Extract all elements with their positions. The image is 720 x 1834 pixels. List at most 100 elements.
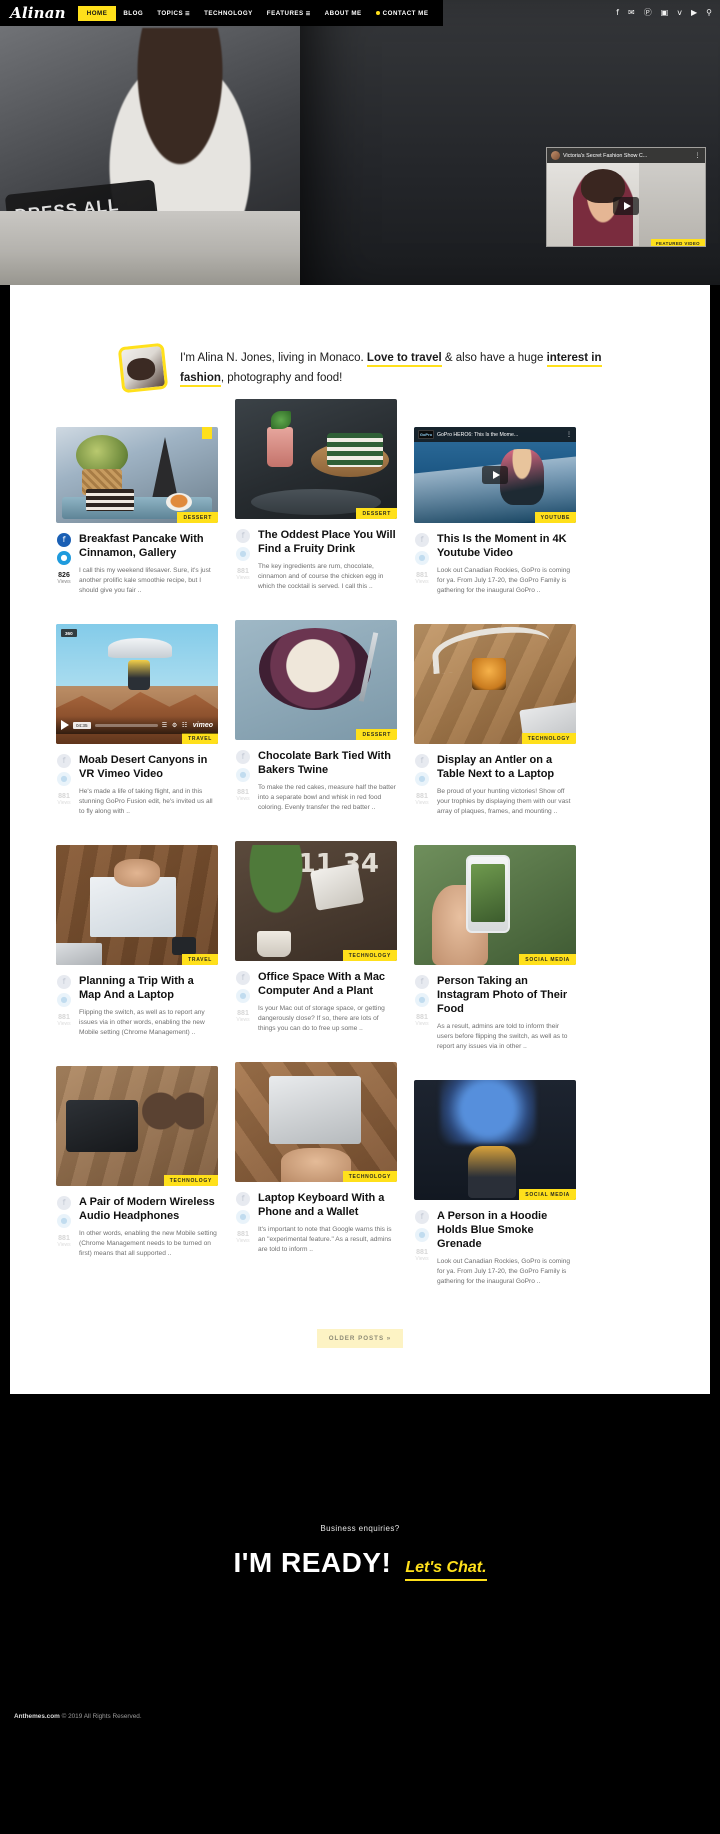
post-title[interactable]: A Person in a Hoodie Holds Blue Smoke Gr… xyxy=(437,1209,576,1251)
post-thumbnail[interactable]: 360 04:35 ☰ ⚙ ☷ vimeo TRAVEL xyxy=(56,624,218,744)
twitter-share-icon[interactable]: ● xyxy=(236,1210,250,1224)
post-title[interactable]: Chocolate Bark Tied With Bakers Twine xyxy=(258,749,397,777)
post-title[interactable]: Laptop Keyboard With a Phone and a Walle… xyxy=(258,1191,397,1219)
facebook-share-icon[interactable]: f xyxy=(415,975,429,989)
category-badge[interactable]: TECHNOLOGY xyxy=(342,1171,397,1182)
video-controls[interactable]: 04:35 ☰ ⚙ ☷ vimeo xyxy=(56,716,218,734)
twitter-share-icon[interactable]: ● xyxy=(57,993,71,1007)
twitter-share-icon[interactable]: ● xyxy=(57,772,71,786)
nav-item-topics[interactable]: TOPICS ☰ xyxy=(150,5,197,22)
twitter-share-icon[interactable]: ● xyxy=(236,989,250,1003)
site-logo[interactable]: Alinan xyxy=(10,4,66,22)
post-card-person-hoodie-blue-smoke[interactable]: SOCIAL MEDIA f ● 881 Views A Person in a… xyxy=(414,1080,576,1287)
nav-item-features[interactable]: FEATURES ☰ xyxy=(260,5,318,22)
post-thumbnail[interactable]: DESSERT xyxy=(56,427,218,523)
post-card-moment-in-4k-youtube[interactable]: GoPro GoPro HERO6: This Is the Mome... ⋮… xyxy=(414,427,576,596)
post-thumbnail[interactable]: 11 34 TECHNOLOGY xyxy=(235,841,397,961)
twitter-share-icon[interactable]: ● xyxy=(236,768,250,782)
instagram-icon[interactable]: ▣ xyxy=(661,9,669,17)
post-title[interactable]: This Is the Moment in 4K Youtube Video xyxy=(437,532,576,560)
search-icon[interactable]: ⚲ xyxy=(706,9,712,17)
twitter-share-icon[interactable]: ● xyxy=(236,547,250,561)
category-badge[interactable]: DESSERT xyxy=(356,729,397,740)
featured-video-widget[interactable]: Victoria's Secret Fashion Show C... ⋮ FE… xyxy=(546,147,706,247)
post-card-display-antler-table[interactable]: TECHNOLOGY f ● 881 Views Display an Antl… xyxy=(414,624,576,817)
category-badge[interactable]: TECHNOLOGY xyxy=(163,1175,218,1186)
post-title[interactable]: Person Taking an Instagram Photo of Thei… xyxy=(437,974,576,1016)
nav-item-technology[interactable]: TECHNOLOGY xyxy=(197,5,260,22)
post-thumbnail[interactable]: TECHNOLOGY xyxy=(235,1062,397,1182)
bookmark-tab-icon[interactable] xyxy=(202,427,212,439)
post-title[interactable]: Office Space With a Mac Computer And a P… xyxy=(258,970,397,998)
post-thumbnail[interactable]: TECHNOLOGY xyxy=(56,1066,218,1186)
post-thumbnail[interactable]: SOCIAL MEDIA xyxy=(414,845,576,965)
play-button-icon[interactable] xyxy=(482,466,508,484)
facebook-share-icon[interactable]: f xyxy=(236,971,250,985)
video-progress-track[interactable] xyxy=(94,723,158,727)
twitter-share-icon[interactable]: ● xyxy=(415,772,429,786)
category-badge[interactable]: TRAVEL xyxy=(182,954,218,965)
twitter-icon[interactable]: ✉ xyxy=(628,9,635,17)
facebook-share-icon[interactable]: f xyxy=(415,1210,429,1224)
nav-item-contact-me[interactable]: CONTACT ME xyxy=(369,5,436,22)
category-badge[interactable]: TECHNOLOGY xyxy=(521,733,576,744)
post-card-moab-desert-canyons-vr[interactable]: 360 04:35 ☰ ⚙ ☷ vimeo TRAVEL f ● 881 Vie… xyxy=(56,624,218,817)
post-card-planning-trip-map-laptop[interactable]: TRAVEL f ● 881 Views Planning a Trip Wit… xyxy=(56,845,218,1038)
category-badge[interactable]: YOUTUBE xyxy=(534,512,576,523)
older-posts-button[interactable]: OLDER POSTS » xyxy=(316,1329,404,1348)
play-button-icon[interactable] xyxy=(613,196,639,215)
footer-copyright-brand[interactable]: Anthemes.com xyxy=(14,1713,60,1720)
post-card-office-space-mac-plant[interactable]: 11 34 TECHNOLOGY f ● 881 Views Office Sp… xyxy=(235,841,397,1034)
facebook-share-icon[interactable]: f xyxy=(57,975,71,989)
category-badge[interactable]: TECHNOLOGY xyxy=(342,950,397,961)
post-title[interactable]: The Oddest Place You Will Find a Fruity … xyxy=(258,528,397,556)
featured-video-frame[interactable]: FEATURED VIDEO xyxy=(547,163,705,246)
category-badge[interactable]: SOCIAL MEDIA xyxy=(519,954,576,965)
post-thumbnail[interactable]: DESSERT xyxy=(235,399,397,519)
post-card-pair-modern-wireless-headphones[interactable]: TECHNOLOGY f ● 881 Views A Pair of Moder… xyxy=(56,1066,218,1259)
post-card-chocolate-bark-bakers-twine[interactable]: DESSERT f ● 881 Views Chocolate Bark Tie… xyxy=(235,620,397,813)
post-title[interactable]: Display an Antler on a Table Next to a L… xyxy=(437,753,576,781)
twitter-share-icon[interactable]: ● xyxy=(415,1228,429,1242)
category-badge[interactable]: DESSERT xyxy=(356,508,397,519)
post-title[interactable]: A Pair of Modern Wireless Audio Headphon… xyxy=(79,1195,218,1223)
footer-chat-link[interactable]: Let's Chat. xyxy=(405,1559,487,1581)
post-thumbnail[interactable]: DESSERT xyxy=(235,620,397,740)
category-badge[interactable]: DESSERT xyxy=(177,512,218,523)
post-thumbnail[interactable]: TECHNOLOGY xyxy=(414,624,576,744)
facebook-share-icon[interactable]: f xyxy=(57,533,71,547)
nav-item-home[interactable]: HOME xyxy=(77,5,117,21)
twitter-share-icon[interactable]: ● xyxy=(415,551,429,565)
facebook-share-icon[interactable]: f xyxy=(415,533,429,547)
facebook-share-icon[interactable]: f xyxy=(236,1192,250,1206)
twitter-share-icon[interactable]: ● xyxy=(415,993,429,1007)
twitter-share-icon[interactable]: ● xyxy=(57,1214,71,1228)
facebook-share-icon[interactable]: f xyxy=(415,754,429,768)
kebab-menu-icon[interactable]: ⋮ xyxy=(695,152,702,159)
nav-item-blog[interactable]: BLOG xyxy=(116,5,150,22)
facebook-share-icon[interactable]: f xyxy=(57,754,71,768)
facebook-share-icon[interactable]: f xyxy=(236,529,250,543)
nav-item-about-me[interactable]: ABOUT ME xyxy=(318,5,369,22)
play-button-icon[interactable] xyxy=(61,720,69,730)
post-card-person-instagram-photo-food[interactable]: SOCIAL MEDIA f ● 881 Views Person Taking… xyxy=(414,845,576,1052)
post-card-breakfast-pancake[interactable]: DESSERT f ● 826 Views Breakfast Pancake … xyxy=(56,427,218,596)
twitter-share-icon[interactable]: ● xyxy=(57,551,71,565)
post-title[interactable]: Moab Desert Canyons in VR Vimeo Video xyxy=(79,753,218,781)
post-title[interactable]: Breakfast Pancake With Cinnamon, Gallery xyxy=(79,532,218,560)
post-title[interactable]: Planning a Trip With a Map And a Laptop xyxy=(79,974,218,1002)
post-card-laptop-keyboard-phone-wallet[interactable]: TECHNOLOGY f ● 881 Views Laptop Keyboard… xyxy=(235,1062,397,1255)
facebook-share-icon[interactable]: f xyxy=(57,1196,71,1210)
category-badge[interactable]: TRAVEL xyxy=(182,733,218,744)
facebook-icon[interactable]: f xyxy=(616,9,619,17)
video-volume-settings-icons[interactable]: ☰ ⚙ ☷ xyxy=(162,722,189,729)
vimeo-icon[interactable]: v xyxy=(677,9,682,17)
pinterest-icon[interactable]: Ⓟ xyxy=(644,9,652,17)
youtube-icon[interactable]: ▶ xyxy=(691,9,697,17)
facebook-share-icon[interactable]: f xyxy=(236,750,250,764)
post-thumbnail[interactable]: SOCIAL MEDIA xyxy=(414,1080,576,1200)
category-badge[interactable]: SOCIAL MEDIA xyxy=(519,1189,576,1200)
post-card-oddest-place-fruity-drink[interactable]: DESSERT f ● 881 Views The Oddest Place Y… xyxy=(235,399,397,592)
post-thumbnail[interactable]: TRAVEL xyxy=(56,845,218,965)
post-thumbnail[interactable]: GoPro GoPro HERO6: This Is the Mome... ⋮… xyxy=(414,427,576,523)
